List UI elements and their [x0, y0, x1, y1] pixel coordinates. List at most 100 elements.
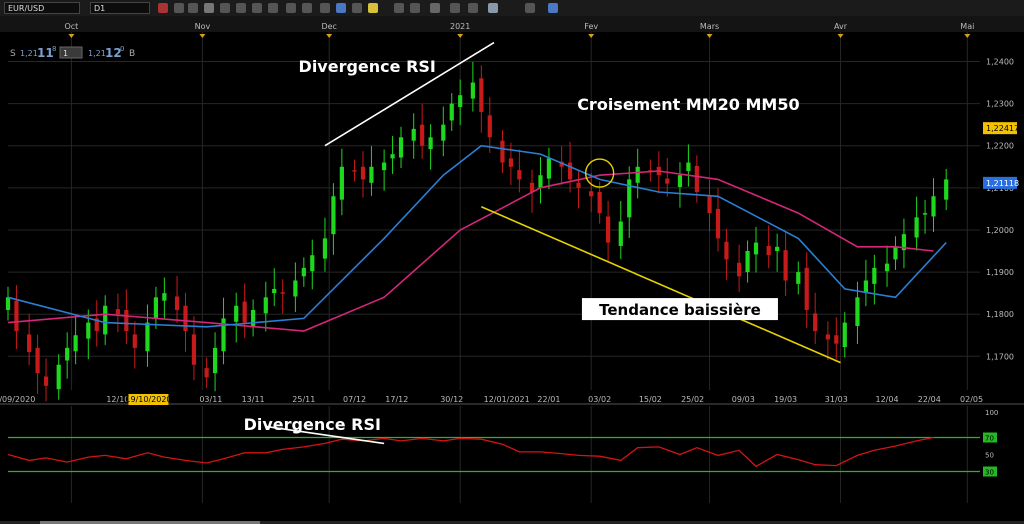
- annotation-text: Divergence RSI: [299, 57, 436, 76]
- candle-bull: [382, 162, 387, 171]
- sell-sup: 8: [52, 45, 56, 53]
- zoom-in-icon[interactable]: [174, 3, 184, 13]
- grid: [0, 32, 1024, 503]
- month-label: Dec: [321, 22, 336, 31]
- candle-bear: [715, 208, 721, 239]
- pencil-icon[interactable]: [368, 3, 378, 13]
- cursor-icon[interactable]: [302, 3, 312, 13]
- candle-bull: [470, 82, 475, 99]
- candle-bear: [115, 309, 120, 315]
- candle-bull: [441, 124, 446, 141]
- candle-bull: [103, 305, 108, 335]
- date-label: 17/09/2020: [0, 395, 35, 404]
- candle-bear: [124, 309, 129, 332]
- price-chart[interactable]: Oct Nov Dec 2021 Fev Mars Avr Mai Divergence RS…: [0, 16, 1024, 521]
- candle-bull: [775, 246, 780, 252]
- candle-bear: [14, 300, 19, 332]
- candle-bear: [567, 162, 573, 180]
- scroll-icon[interactable]: [525, 3, 535, 13]
- line-icon[interactable]: [236, 3, 246, 13]
- candle-bull: [872, 267, 877, 284]
- candle-bull: [745, 251, 750, 273]
- candle-bear: [517, 170, 522, 180]
- rsi-level-label: 30: [985, 469, 994, 477]
- date-label: 19/10/2020: [125, 395, 171, 404]
- candle-bear: [737, 262, 742, 277]
- month-label: 2021: [450, 22, 470, 31]
- buy-label: B: [129, 49, 135, 59]
- y-tick-label: 1,2400: [986, 57, 1014, 66]
- candle-bull: [263, 297, 268, 314]
- candle-bull: [73, 335, 78, 352]
- candle-bull: [863, 280, 868, 294]
- candle-bull: [458, 95, 463, 107]
- y-tick-label: 1,2200: [986, 142, 1014, 151]
- candle-bear: [43, 376, 49, 386]
- zoom-out-icon[interactable]: [188, 3, 198, 13]
- grid-icon[interactable]: [268, 3, 278, 13]
- candle-bull: [635, 166, 640, 183]
- candle-bull: [153, 297, 159, 319]
- alert-icon[interactable]: [450, 3, 460, 13]
- candle-bear: [834, 335, 839, 344]
- candle-bear: [825, 334, 830, 340]
- save-icon[interactable]: [410, 3, 420, 13]
- trendline-icon[interactable]: [320, 3, 330, 13]
- candle-bull: [162, 293, 167, 301]
- date-label: 25/02: [681, 395, 704, 404]
- candle-bear: [191, 334, 197, 365]
- candle-bear: [783, 250, 788, 281]
- timeframe-select[interactable]: D1: [90, 2, 150, 14]
- bars-icon[interactable]: [220, 3, 230, 13]
- date-label: 02/05: [960, 395, 983, 404]
- candle-bear: [576, 182, 581, 188]
- date-label: 07/12: [343, 395, 366, 404]
- date-label: 12/04: [875, 395, 898, 404]
- candle-bear: [813, 313, 818, 332]
- candle-bull: [449, 103, 454, 121]
- chart-type-icon[interactable]: [158, 3, 168, 13]
- crosshair-icon[interactable]: [252, 3, 262, 13]
- text-tool-icon[interactable]: [352, 3, 362, 13]
- month-label: Fev: [584, 22, 598, 31]
- candle-bear: [35, 347, 40, 374]
- candle-bull: [331, 196, 336, 235]
- candle-bear: [694, 165, 699, 193]
- rsi-level-label: 70: [985, 435, 994, 443]
- candle-bear: [606, 216, 611, 243]
- symbol-select[interactable]: EUR/USD: [4, 2, 80, 14]
- order-icon[interactable]: [468, 3, 478, 13]
- month-label: Mai: [960, 22, 974, 31]
- candle-bear: [27, 334, 32, 353]
- candle-bull: [753, 242, 759, 255]
- candle-bull: [145, 322, 150, 352]
- candle-bear: [479, 78, 484, 113]
- candle-bear: [360, 166, 366, 180]
- candle-bull: [212, 347, 218, 374]
- date-label: 25/11: [292, 395, 315, 404]
- rsi-tick-label: 50: [985, 452, 994, 460]
- date-label: 12/01/2021: [484, 395, 530, 404]
- candles-icon[interactable]: [204, 3, 214, 13]
- date-label: 22/04: [918, 395, 941, 404]
- date-label: 19/03: [774, 395, 797, 404]
- sync-icon[interactable]: [548, 3, 558, 13]
- symbol-label: EUR/USD: [8, 4, 45, 13]
- candle-bull: [310, 255, 315, 272]
- candle-bull: [272, 288, 277, 294]
- template-icon[interactable]: [430, 3, 440, 13]
- month-label: Avr: [834, 22, 848, 31]
- candle-bull: [65, 347, 70, 361]
- candle-bull: [677, 175, 683, 187]
- lot-value: 1: [63, 49, 68, 58]
- sell-label: S: [10, 49, 16, 59]
- settings-icon[interactable]: [488, 3, 498, 13]
- indicator-icon[interactable]: [286, 3, 296, 13]
- rsi-tick-label: 100: [985, 409, 998, 417]
- print-icon[interactable]: [394, 3, 404, 13]
- candle-bear: [589, 191, 594, 197]
- fibonacci-icon[interactable]: [336, 3, 346, 13]
- candle-bear: [707, 195, 712, 214]
- date-label: 15/02: [639, 395, 662, 404]
- annotation-text: Croisement MM20 MM50: [577, 95, 799, 114]
